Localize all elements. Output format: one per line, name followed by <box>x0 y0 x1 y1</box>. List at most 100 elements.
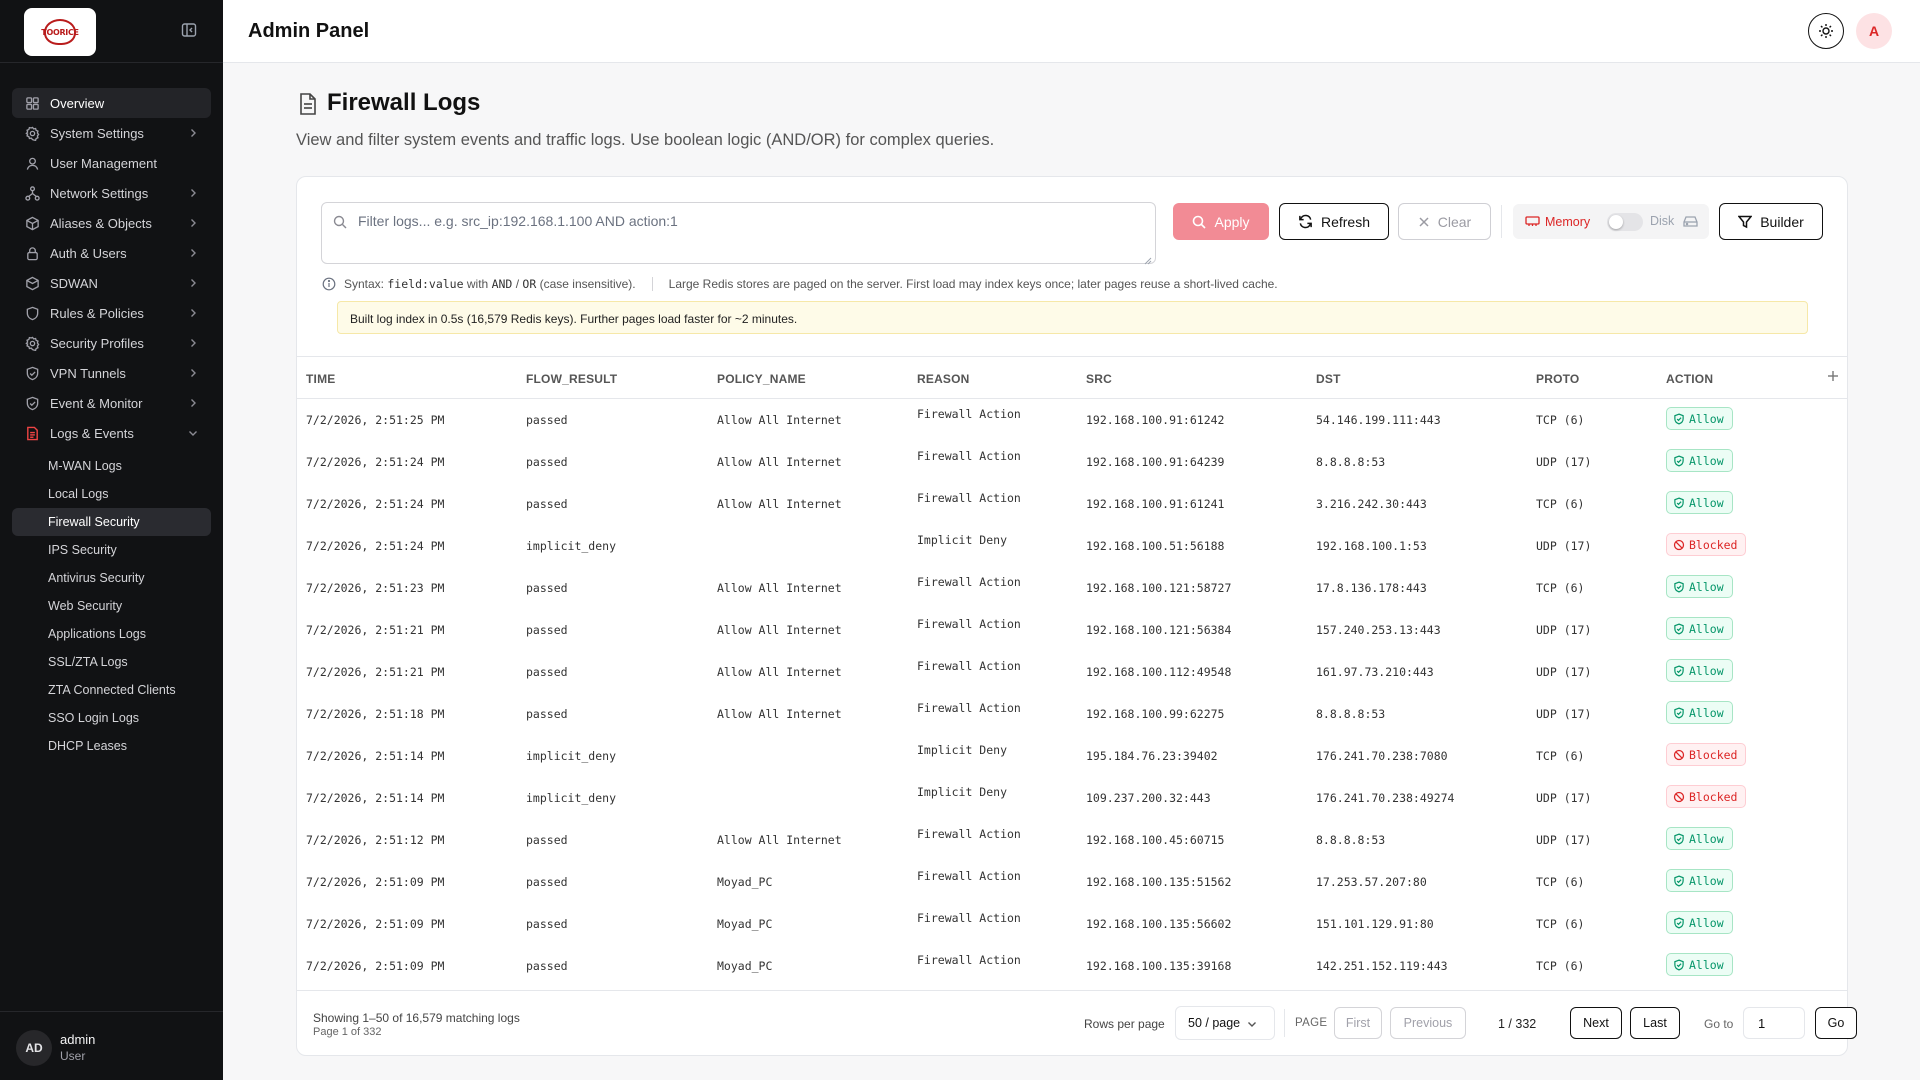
policy-name-cell: Allow All Internet <box>717 665 842 679</box>
sidebar-item-auth-users[interactable]: Auth & Users <box>12 238 211 268</box>
sidebar-item-rules-policies[interactable]: Rules & Policies <box>12 298 211 328</box>
refresh-button[interactable]: Refresh <box>1279 203 1389 240</box>
previous-page-button[interactable]: Previous <box>1390 1007 1466 1039</box>
action-label: Blocked <box>1689 747 1738 762</box>
shield-check-icon <box>1674 412 1684 425</box>
action-label: Allow <box>1689 495 1724 510</box>
rows-per-page-select[interactable]: 50 / page <box>1175 1006 1275 1040</box>
index-notice: Built log index in 0.5s (16,579 Redis ke… <box>337 301 1808 334</box>
sidebar-subitem-ssl-zta-logs[interactable]: SSL/ZTA Logs <box>12 648 211 676</box>
table-row[interactable]: 7/2/2026, 2:51:21 PM passed Allow All Inte… <box>297 609 1847 651</box>
table-row[interactable]: 7/2/2026, 2:51:18 PM passed Allow All Inte… <box>297 693 1847 735</box>
table-row[interactable]: 7/2/2026, 2:51:14 PM implicit_deny Implici… <box>297 777 1847 819</box>
sidebar-item-aliases-objects[interactable]: Aliases & Objects <box>12 208 211 238</box>
column-header-proto[interactable]: PROTO <box>1536 372 1579 386</box>
table-row[interactable]: 7/2/2026, 2:51:09 PM passed Moyad_PC Firewa… <box>297 945 1847 987</box>
sidebar-subitem-web-security[interactable]: Web Security <box>12 592 211 620</box>
disk-label[interactable]: Disk <box>1650 214 1674 228</box>
sidebar-subitem-applications-logs[interactable]: Applications Logs <box>12 620 211 648</box>
flow-result-cell: passed <box>526 623 568 637</box>
refresh-icon <box>1299 214 1312 229</box>
sidebar-subitem-sso-login-logs[interactable]: SSO Login Logs <box>12 704 211 732</box>
column-header-policy-name[interactable]: POLICY_NAME <box>717 372 806 386</box>
last-page-button[interactable]: Last <box>1630 1007 1680 1039</box>
cube-icon <box>24 215 40 231</box>
apply-button[interactable]: Apply <box>1173 203 1269 240</box>
sidebar-item-security-profiles[interactable]: Security Profiles <box>12 328 211 358</box>
clear-button[interactable]: Clear <box>1398 203 1491 240</box>
goto-page-input[interactable]: 1 <box>1743 1007 1805 1039</box>
builder-button[interactable]: Builder <box>1719 203 1823 240</box>
table-row[interactable]: 7/2/2026, 2:51:25 PM passed Allow All Inte… <box>297 399 1847 441</box>
sidebar-subitem-antivirus-security[interactable]: Antivirus Security <box>12 564 211 592</box>
policy-name-cell: Allow All Internet <box>717 833 842 847</box>
sidebar-subitem-ips-security[interactable]: IPS Security <box>12 536 211 564</box>
column-header-reason[interactable]: REASON <box>917 372 970 386</box>
sidebar-divider <box>0 62 223 63</box>
table-row[interactable]: 7/2/2026, 2:51:12 PM passed Allow All Inte… <box>297 819 1847 861</box>
sidebar-subitem-m-wan-logs[interactable]: M-WAN Logs <box>12 452 211 480</box>
go-button[interactable]: Go <box>1815 1007 1857 1039</box>
sidebar-subitem-zta-connected-clients[interactable]: ZTA Connected Clients <box>12 676 211 704</box>
sidebar-item-vpn-tunnels[interactable]: VPN Tunnels <box>12 358 211 388</box>
sidebar-collapse-icon[interactable] <box>181 22 199 40</box>
proto-cell: UDP (17) <box>1536 665 1592 679</box>
sidebar-item-label: Security Profiles <box>50 335 144 351</box>
search-icon <box>1193 215 1207 229</box>
policy-name-cell: Allow All Internet <box>717 497 842 511</box>
proto-cell: TCP (6) <box>1536 581 1585 595</box>
action-label: Allow <box>1689 831 1724 846</box>
first-page-button[interactable]: First <box>1334 1007 1382 1039</box>
filter-input[interactable] <box>358 213 1138 229</box>
sidebar-item-logs-events[interactable]: Logs & Events <box>12 418 211 448</box>
column-header-time[interactable]: TIME <box>306 372 335 386</box>
sidebar-subitem-firewall-security[interactable]: Firewall Security <box>12 508 211 536</box>
search-icon <box>333 215 347 229</box>
sidebar-subitem-local-logs[interactable]: Local Logs <box>12 480 211 508</box>
sun-icon <box>1819 24 1833 38</box>
chevron-right-icon <box>187 367 199 379</box>
table-row[interactable]: 7/2/2026, 2:51:23 PM passed Allow All Inte… <box>297 567 1847 609</box>
storage-switch[interactable] <box>1607 213 1643 231</box>
time-cell: 7/2/2026, 2:51:09 PM <box>306 875 445 889</box>
dst-cell: 192.168.100.1:53 <box>1316 539 1427 553</box>
column-header-dst[interactable]: DST <box>1316 372 1341 386</box>
column-header-src[interactable]: SRC <box>1086 372 1112 386</box>
sidebar-item-sdwan[interactable]: SDWAN <box>12 268 211 298</box>
sidebar-user[interactable]: AD admin User <box>0 1011 223 1080</box>
sidebar-item-label: User Management <box>50 155 157 171</box>
sidebar-subitem-dhcp-leases[interactable]: DHCP Leases <box>12 732 211 760</box>
sidebar-item-system-settings[interactable]: System Settings <box>12 118 211 148</box>
resize-grip-icon[interactable] <box>1144 252 1152 265</box>
src-cell: 195.184.76.23:39402 <box>1086 749 1218 763</box>
table-row[interactable]: 7/2/2026, 2:51:24 PM passed Allow All Inte… <box>297 483 1847 525</box>
table-row[interactable]: 7/2/2026, 2:51:24 PM implicit_deny Implici… <box>297 525 1847 567</box>
sidebar-item-event-monitor[interactable]: Event & Monitor <box>12 388 211 418</box>
table-row[interactable]: 7/2/2026, 2:51:21 PM passed Allow All Inte… <box>297 651 1847 693</box>
reason-cell: Firewall Action <box>917 659 1021 673</box>
table-row[interactable]: 7/2/2026, 2:51:09 PM passed Moyad_PC Firewa… <box>297 861 1847 903</box>
syntax-mid: with <box>466 277 489 291</box>
policy-name-cell: Moyad_PC <box>717 875 773 889</box>
action-badge: Allow <box>1666 449 1733 472</box>
sidebar-item-user-management[interactable]: User Management <box>12 148 211 178</box>
filter-textarea[interactable] <box>321 202 1156 265</box>
policy-name-cell: Allow All Internet <box>717 581 842 595</box>
reason-cell: Firewall Action <box>917 953 1021 967</box>
theme-toggle-button[interactable] <box>1808 13 1844 49</box>
table-row[interactable]: 7/2/2026, 2:51:14 PM implicit_deny Implici… <box>297 735 1847 777</box>
table-row[interactable]: 7/2/2026, 2:51:24 PM passed Allow All Inte… <box>297 441 1847 483</box>
brand-logo[interactable]: TOORICE <box>24 8 96 56</box>
next-page-button[interactable]: Next <box>1570 1007 1622 1039</box>
syntax-slash: / <box>515 277 520 291</box>
column-header-flow-result[interactable]: FLOW_RESULT <box>526 372 617 386</box>
sidebar-item-network-settings[interactable]: Network Settings <box>12 178 211 208</box>
add-column-icon[interactable] <box>1826 369 1840 383</box>
time-cell: 7/2/2026, 2:51:14 PM <box>306 749 445 763</box>
table-row[interactable]: 7/2/2026, 2:51:09 PM passed Moyad_PC Firewa… <box>297 903 1847 945</box>
sidebar-item-label: Event & Monitor <box>50 395 143 411</box>
column-header-action[interactable]: ACTION <box>1666 372 1713 386</box>
memory-label[interactable]: Memory <box>1545 215 1590 229</box>
user-menu-button[interactable]: A <box>1856 13 1892 49</box>
sidebar-item-overview[interactable]: Overview <box>12 88 211 118</box>
